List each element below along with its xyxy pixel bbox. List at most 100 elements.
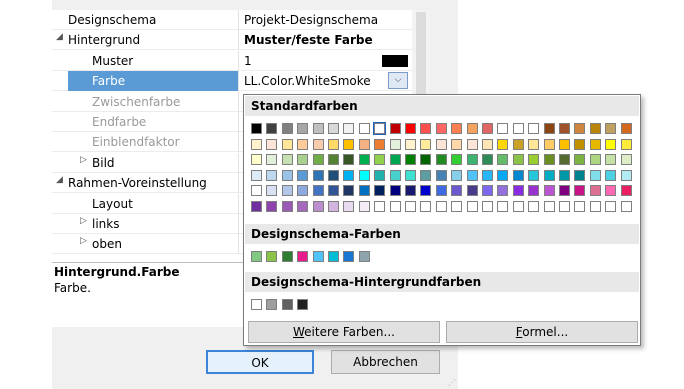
standard-color-swatch[interactable] (328, 185, 339, 197)
standard-color-swatch[interactable] (620, 201, 632, 212)
standard-color-swatch[interactable] (358, 154, 370, 166)
standard-color-swatch[interactable] (589, 154, 601, 166)
standard-color-swatch[interactable] (328, 154, 339, 166)
standard-color-swatch[interactable] (343, 154, 355, 166)
standard-color-swatch[interactable] (405, 201, 416, 212)
schema-color-swatch[interactable] (312, 251, 324, 262)
standard-color-swatch[interactable] (266, 169, 278, 181)
standard-color-swatch[interactable] (251, 185, 262, 197)
standard-color-swatch[interactable] (528, 154, 540, 166)
standard-color-swatch[interactable] (528, 169, 540, 181)
standard-color-swatch[interactable] (497, 123, 509, 134)
standard-color-swatch[interactable] (420, 154, 432, 166)
standard-color-swatch[interactable] (266, 154, 278, 166)
standard-color-swatch[interactable] (466, 169, 478, 181)
ok-button[interactable]: OK (206, 350, 314, 374)
standard-color-swatch[interactable] (605, 185, 617, 197)
standard-color-swatch[interactable] (374, 138, 386, 150)
standard-color-swatch[interactable] (451, 138, 463, 150)
schema-color-swatch[interactable] (297, 251, 309, 262)
standard-color-swatch[interactable] (620, 138, 632, 150)
standard-color-swatch[interactable] (420, 123, 432, 134)
standard-color-swatch[interactable] (589, 169, 601, 181)
standard-color-swatch[interactable] (528, 138, 540, 150)
standard-color-swatch[interactable] (559, 138, 570, 150)
standard-color-swatch[interactable] (482, 138, 493, 150)
standard-color-swatch[interactable] (358, 185, 370, 197)
standard-color-swatch[interactable] (589, 201, 601, 212)
standard-color-swatch[interactable] (420, 169, 432, 181)
standard-color-swatch[interactable] (328, 201, 339, 212)
standard-color-swatch[interactable] (559, 201, 570, 212)
standard-color-swatch[interactable] (543, 185, 555, 197)
standard-color-swatch[interactable] (420, 185, 432, 197)
standard-color-swatch[interactable] (405, 138, 416, 150)
standard-color-swatch[interactable] (374, 154, 386, 166)
standard-color-swatch[interactable] (574, 185, 586, 197)
standard-color-swatch[interactable] (374, 201, 386, 212)
standard-color-swatch[interactable] (482, 185, 493, 197)
schema-bg-color-swatch[interactable] (281, 299, 293, 310)
collapsed-arrow-icon[interactable]: ▷ (80, 216, 87, 226)
schema-color-swatch[interactable] (343, 251, 355, 262)
standard-color-swatch[interactable] (312, 169, 324, 181)
standard-color-swatch[interactable] (328, 169, 339, 181)
standard-color-swatch[interactable] (574, 154, 586, 166)
standard-color-swatch[interactable] (297, 138, 309, 150)
standard-color-swatch[interactable] (605, 169, 617, 181)
standard-color-swatch[interactable] (389, 138, 401, 150)
standard-color-swatch[interactable] (451, 123, 463, 134)
standard-color-swatch[interactable] (528, 201, 540, 212)
standard-color-swatch[interactable] (451, 185, 463, 197)
standard-color-swatch[interactable] (312, 123, 324, 134)
standard-color-swatch[interactable] (405, 169, 416, 181)
standard-color-swatch[interactable] (358, 138, 370, 150)
standard-color-swatch[interactable] (343, 123, 355, 134)
standard-color-swatch[interactable] (574, 123, 586, 134)
standard-color-swatch[interactable] (389, 185, 401, 197)
standard-color-swatch[interactable] (312, 138, 324, 150)
standard-color-swatch[interactable] (358, 169, 370, 181)
standard-color-swatch[interactable] (559, 185, 570, 197)
standard-color-swatch[interactable] (451, 154, 463, 166)
standard-color-swatch[interactable] (328, 123, 339, 134)
standard-color-swatch[interactable] (497, 138, 509, 150)
cancel-button[interactable]: Abbrechen (331, 350, 440, 374)
standard-color-swatch[interactable] (620, 154, 632, 166)
standard-color-swatch[interactable] (620, 169, 632, 181)
schema-color-swatch[interactable] (328, 251, 339, 262)
standard-color-swatch[interactable] (497, 185, 509, 197)
standard-color-swatch[interactable] (543, 154, 555, 166)
standard-color-swatch[interactable] (451, 169, 463, 181)
formula-button[interactable]: Formel... (446, 321, 638, 343)
standard-color-swatch[interactable] (266, 185, 278, 197)
standard-color-swatch[interactable] (451, 201, 463, 212)
schema-bg-color-swatch[interactable] (266, 299, 278, 310)
standard-color-swatch[interactable] (435, 201, 447, 212)
standard-color-swatch[interactable] (312, 154, 324, 166)
standard-color-swatch[interactable] (466, 185, 478, 197)
schema-color-swatch[interactable] (266, 251, 278, 262)
expanded-arrow-icon[interactable]: ◢ (56, 32, 63, 42)
collapsed-arrow-icon[interactable]: ▷ (80, 236, 87, 246)
standard-color-swatch[interactable] (328, 138, 339, 150)
standard-color-swatch[interactable] (466, 138, 478, 150)
standard-color-swatch[interactable] (389, 169, 401, 181)
standard-color-swatch[interactable] (482, 154, 493, 166)
standard-color-swatch[interactable] (435, 185, 447, 197)
standard-color-swatch[interactable] (266, 123, 278, 134)
standard-color-swatch[interactable] (620, 123, 632, 134)
standard-color-swatch[interactable] (405, 154, 416, 166)
expanded-arrow-icon[interactable]: ◢ (56, 175, 63, 185)
standard-color-swatch[interactable] (512, 201, 524, 212)
standard-color-swatch[interactable] (251, 138, 262, 150)
standard-color-swatch[interactable] (297, 154, 309, 166)
standard-color-swatch[interactable] (405, 185, 416, 197)
standard-color-swatch[interactable] (512, 123, 524, 134)
standard-color-swatch[interactable] (374, 185, 386, 197)
standard-color-swatch[interactable] (497, 201, 509, 212)
property-value[interactable]: LL.Color.WhiteSmoke (244, 74, 371, 88)
standard-color-swatch[interactable] (605, 138, 617, 150)
standard-color-swatch[interactable] (497, 169, 509, 181)
standard-color-swatch[interactable] (389, 201, 401, 212)
